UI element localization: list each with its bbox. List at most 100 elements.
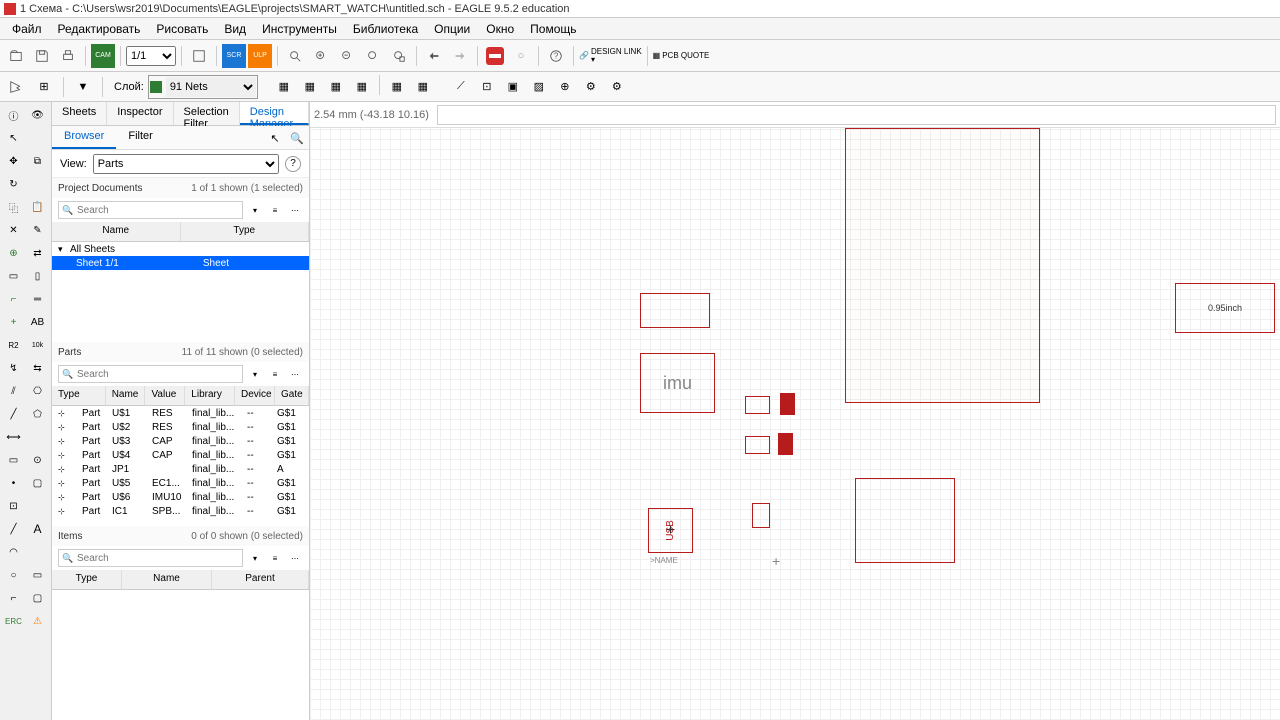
mirror-icon[interactable]: ⧉ bbox=[26, 150, 49, 172]
proj-search-input[interactable] bbox=[58, 201, 243, 219]
bus-icon[interactable]: ═ bbox=[26, 288, 49, 310]
part-display[interactable]: 0.95inch bbox=[1175, 283, 1275, 333]
layer-tool-icon[interactable] bbox=[4, 75, 28, 99]
part-ic2[interactable] bbox=[855, 478, 955, 563]
cam-icon[interactable]: CAM bbox=[91, 44, 115, 68]
parts-row[interactable]: ⊹PartJP1final_lib...--A bbox=[52, 462, 309, 476]
grid4-icon[interactable]: ▦ bbox=[350, 75, 374, 99]
wire-icon[interactable]: ╱ bbox=[2, 403, 25, 425]
junction-icon[interactable]: • bbox=[2, 472, 25, 494]
add-icon[interactable]: ⊕ bbox=[2, 242, 25, 264]
items-list-icon[interactable]: ≡ bbox=[267, 550, 283, 566]
zoom-select-icon[interactable] bbox=[387, 44, 411, 68]
action1-icon[interactable]: ⟋ bbox=[449, 75, 473, 99]
proj-search-dropdown-icon[interactable]: ▾ bbox=[247, 202, 263, 218]
menu-options[interactable]: Опции bbox=[426, 20, 478, 38]
module-icon[interactable]: ▭ bbox=[2, 449, 25, 471]
smash-icon[interactable]: ↯ bbox=[2, 357, 25, 379]
part-cap3[interactable] bbox=[745, 436, 770, 454]
replace-icon[interactable]: ⇄ bbox=[26, 242, 49, 264]
ulp-icon[interactable]: ULP bbox=[248, 44, 272, 68]
cursor-small-icon[interactable]: ↖ bbox=[265, 128, 285, 148]
view-select[interactable]: Parts bbox=[93, 154, 279, 174]
proj-menu-icon[interactable]: ⋯ bbox=[287, 202, 303, 218]
page-select[interactable]: 1/1 bbox=[126, 46, 176, 66]
parts-row[interactable]: ⊹PartU$1RESfinal_lib...--G$1 bbox=[52, 406, 309, 420]
tree-sheet-1[interactable]: Sheet 1/1 Sheet bbox=[52, 256, 309, 270]
pinswap-icon[interactable]: ⇆ bbox=[26, 357, 49, 379]
parts-row[interactable]: ⊹PartU$4CAPfinal_lib...--G$1 bbox=[52, 448, 309, 462]
edit-icon[interactable]: ✎ bbox=[26, 219, 49, 241]
tab-inspector[interactable]: Inspector bbox=[107, 102, 173, 125]
print-icon[interactable] bbox=[56, 44, 80, 68]
split-icon[interactable]: ⫽ bbox=[2, 380, 25, 402]
command-input[interactable] bbox=[437, 105, 1276, 125]
gear-icon[interactable]: ⚙ bbox=[579, 75, 603, 99]
zoom-in-icon[interactable] bbox=[309, 44, 333, 68]
grid3-icon[interactable]: ▦ bbox=[324, 75, 348, 99]
value-icon[interactable]: AB bbox=[26, 311, 49, 333]
grid5-icon[interactable]: ▦ bbox=[385, 75, 409, 99]
attribute-icon[interactable]: ⊡ bbox=[2, 495, 25, 517]
rect-icon[interactable]: ▭ bbox=[26, 564, 49, 586]
zoom-fit-icon[interactable] bbox=[283, 44, 307, 68]
zoom-small-icon[interactable]: 🔍 bbox=[287, 128, 307, 148]
undo-icon[interactable] bbox=[422, 44, 446, 68]
layer-select[interactable]: 91 Nets bbox=[166, 77, 256, 97]
gear2-icon[interactable]: ⚙ bbox=[605, 75, 629, 99]
invoke-icon[interactable]: ⎔ bbox=[26, 380, 49, 402]
menu-file[interactable]: Файл bbox=[4, 20, 50, 38]
parts-row[interactable]: ⊹PartU$5EC1...final_lib...--G$1 bbox=[52, 476, 309, 490]
part-cap2[interactable] bbox=[780, 393, 795, 415]
pcb-quote-button[interactable]: ▦ PCB QUOTE bbox=[653, 52, 710, 60]
action3-icon[interactable]: ▣ bbox=[501, 75, 525, 99]
redo-icon[interactable] bbox=[448, 44, 472, 68]
menu-tools[interactable]: Инструменты bbox=[254, 20, 345, 38]
erc-icon[interactable]: ERC bbox=[2, 610, 25, 632]
miter-icon[interactable]: ⌐ bbox=[2, 587, 25, 609]
label-10k-icon[interactable]: 10k bbox=[26, 334, 49, 356]
items-menu-icon[interactable]: ⋯ bbox=[287, 550, 303, 566]
circle-icon[interactable]: ○ bbox=[2, 564, 25, 586]
action4-icon[interactable]: ▨ bbox=[527, 75, 551, 99]
part-cap1[interactable] bbox=[745, 396, 770, 414]
part-small-1[interactable] bbox=[640, 293, 710, 328]
zoom-redraw-icon[interactable] bbox=[361, 44, 385, 68]
view-help-icon[interactable]: ? bbox=[285, 156, 301, 172]
zoom-out-icon[interactable] bbox=[335, 44, 359, 68]
expand-icon[interactable]: ▾ bbox=[58, 244, 70, 255]
grid-icon[interactable]: ⊞ bbox=[32, 75, 56, 99]
open-icon[interactable] bbox=[4, 44, 28, 68]
net-icon[interactable]: ⌐ bbox=[2, 288, 25, 310]
frame2-icon[interactable]: ▢ bbox=[26, 587, 49, 609]
parts-search-input[interactable] bbox=[58, 365, 243, 383]
go-icon[interactable]: ○ bbox=[509, 44, 533, 68]
frame-icon[interactable]: ▢ bbox=[26, 472, 49, 494]
part-small-2[interactable] bbox=[752, 503, 770, 528]
items-search-input[interactable] bbox=[58, 549, 243, 567]
parts-row[interactable]: ⊹PartU$6IMU10final_lib...--G$1 bbox=[52, 490, 309, 504]
part-imu[interactable]: imu bbox=[640, 353, 715, 413]
proj-list-icon[interactable]: ≡ bbox=[267, 202, 283, 218]
menu-draw[interactable]: Рисовать bbox=[148, 20, 216, 38]
parts-search-dropdown-icon[interactable]: ▾ bbox=[247, 366, 263, 382]
eye-icon[interactable]: 👁 bbox=[26, 104, 49, 126]
part-cap4[interactable] bbox=[778, 433, 793, 455]
dim-icon[interactable]: ⟷ bbox=[2, 426, 25, 448]
grid1-icon[interactable]: ▦ bbox=[272, 75, 296, 99]
items-search-dropdown-icon[interactable]: ▾ bbox=[247, 550, 263, 566]
grid2-icon[interactable]: ▦ bbox=[298, 75, 322, 99]
design-link-button[interactable]: 🔗 DESIGN LINK▾ bbox=[579, 48, 642, 64]
menu-view[interactable]: Вид bbox=[216, 20, 254, 38]
cursor-icon[interactable]: ↖ bbox=[2, 127, 25, 149]
port-icon[interactable]: ⊙ bbox=[26, 449, 49, 471]
grid6-icon[interactable]: ▦ bbox=[411, 75, 435, 99]
action5-icon[interactable]: ⊕ bbox=[553, 75, 577, 99]
paste-icon[interactable]: 📋 bbox=[26, 196, 49, 218]
group-icon[interactable]: ▭ bbox=[2, 265, 25, 287]
scr-icon[interactable]: SCR bbox=[222, 44, 246, 68]
parts-row[interactable]: ⊹PartIC1SPB...final_lib...--G$1 bbox=[52, 504, 309, 518]
name-icon[interactable]: + bbox=[2, 311, 25, 333]
parts-menu-icon[interactable]: ⋯ bbox=[287, 366, 303, 382]
move-icon[interactable]: ✥ bbox=[2, 150, 25, 172]
